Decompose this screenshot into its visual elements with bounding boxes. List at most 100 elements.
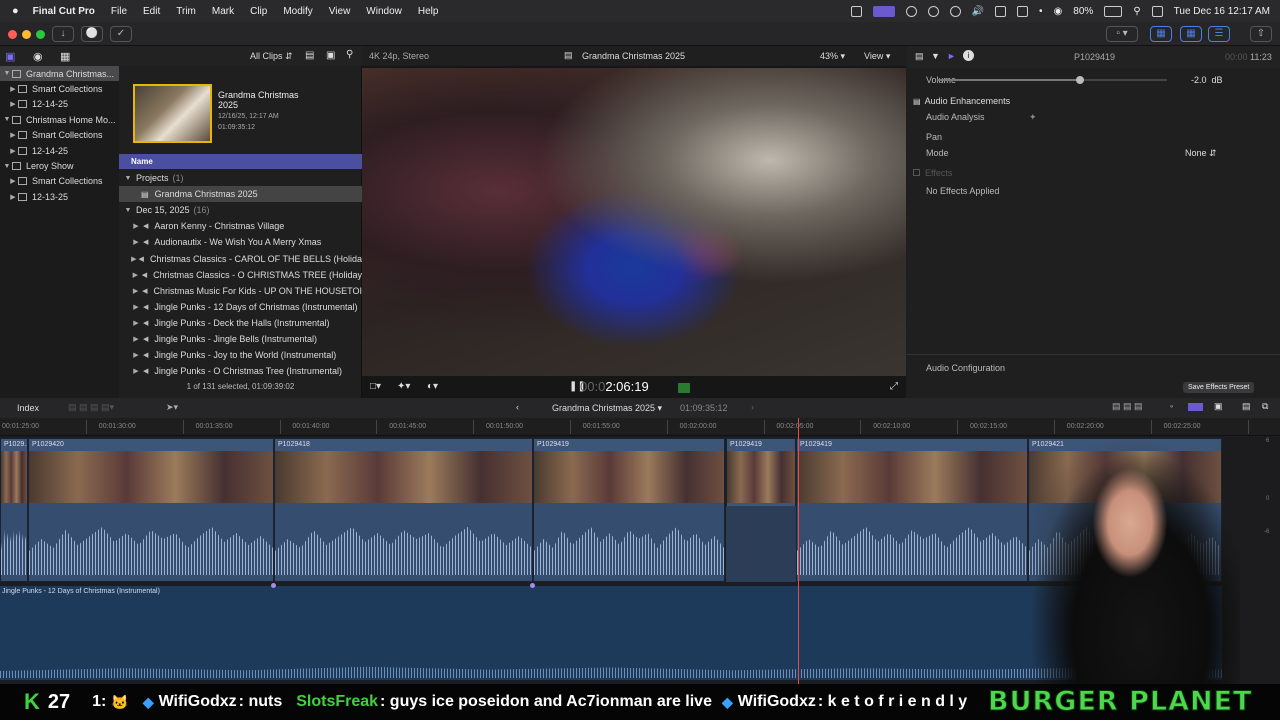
apple-icon[interactable]: ●	[12, 5, 19, 17]
clip-item[interactable]: ▶ ◀ Aaron Kenny - Christmas Village	[119, 218, 362, 234]
disclosure-icon[interactable]: ▶	[131, 287, 140, 295]
menu-edit[interactable]: Edit	[143, 6, 160, 17]
audio-enhancements-header[interactable]: ▤ Audio Enhancements	[913, 96, 1273, 106]
disclosure-icon[interactable]: ▶	[131, 335, 141, 343]
disclosure-icon[interactable]: ▶	[131, 367, 141, 375]
clip-item[interactable]: ▶ ◀ Christmas Classics - O CHRISTMAS TREE …	[119, 267, 362, 283]
clock[interactable]: Tue Dec 16 12:17 AM	[1174, 6, 1270, 17]
library-item[interactable]: ▶ 12-14-25	[0, 143, 119, 158]
color-inspector-icon[interactable]: ▼	[931, 51, 940, 61]
expand-icon[interactable]: ⧉	[1262, 401, 1268, 412]
keyframe-marker[interactable]	[530, 583, 535, 588]
index-button[interactable]: Index	[17, 403, 39, 413]
menu-window[interactable]: Window	[366, 6, 402, 17]
battery-icon[interactable]	[1104, 5, 1123, 17]
play-icon[interactable]	[949, 5, 961, 17]
menu-clip[interactable]: Clip	[250, 6, 267, 17]
disclosure-icon[interactable]: ▶	[8, 147, 18, 155]
projects-group[interactable]: ▼ Projects (1)	[119, 170, 362, 186]
disclosure-icon[interactable]: ▶	[131, 238, 141, 246]
checkbox-icon[interactable]	[913, 169, 920, 176]
timeline-project-popup[interactable]: Grandma Christmas 2025 ▾	[552, 403, 662, 414]
playhead[interactable]	[798, 418, 799, 684]
audio-inspector-icon[interactable]: ►	[947, 51, 956, 61]
select-tool-icon[interactable]: ➤▾	[166, 402, 178, 413]
project-thumbnail[interactable]	[133, 84, 212, 143]
library-item[interactable]: ▼ Leroy Show	[0, 158, 119, 173]
zoom-button[interactable]	[36, 30, 45, 39]
keyword-icon[interactable]: ⚪	[81, 26, 103, 42]
volume-value[interactable]: -2.0 dB	[1191, 75, 1223, 85]
menu-modify[interactable]: Modify	[283, 6, 312, 17]
forward-arrow-icon[interactable]: ›	[751, 402, 754, 412]
timeline-clip[interactable]: P1029420	[28, 438, 274, 582]
clip-item[interactable]: ▶ ◀ Christmas Classics - CAROL OF THE BELL…	[119, 250, 362, 266]
card-icon[interactable]	[995, 5, 1007, 17]
save-effects-preset-button[interactable]: Save Effects Preset	[1183, 382, 1255, 393]
background-tasks-icon[interactable]: ✓	[110, 26, 132, 42]
browser-toggle-icon[interactable]: ▦	[1150, 26, 1172, 42]
disclosure-icon[interactable]: ▼	[2, 70, 12, 77]
clip-item[interactable]: ▶ ◀ Jingle Punks - Jingle Bells (Instrumen…	[119, 331, 362, 347]
video-frame[interactable]	[362, 68, 906, 376]
timeline-clip[interactable]: P1029...	[0, 438, 28, 582]
photos-icon[interactable]: ◉	[33, 50, 43, 63]
transform-icon[interactable]: □▾	[370, 381, 381, 392]
menu-file[interactable]: File	[111, 6, 127, 17]
back-arrow-icon[interactable]: ‹	[516, 402, 519, 412]
date-group[interactable]: ▼ Dec 15, 2025 (16)	[119, 202, 362, 218]
disclosure-icon[interactable]: ▼	[123, 207, 133, 214]
clip-item[interactable]: ▶ ◀ Jingle Punks - Joy to the World (Instr…	[119, 347, 362, 363]
library-item[interactable]: ▼ Christmas Home Mo...	[0, 112, 119, 127]
disclosure-icon[interactable]: ▼	[123, 175, 133, 182]
app-name[interactable]: Final Cut Pro	[33, 6, 95, 17]
project-item[interactable]: ▤ Grandma Christmas 2025	[119, 186, 362, 203]
disclosure-icon[interactable]: ▶	[8, 193, 18, 201]
menu-help[interactable]: Help	[418, 6, 439, 17]
menu-trim[interactable]: Trim	[176, 6, 196, 17]
mode-popup[interactable]: None ⇵	[1185, 148, 1217, 159]
disclosure-icon[interactable]: ▶	[131, 222, 141, 230]
headphones-icon[interactable]: ◦	[1170, 401, 1173, 411]
clip-item[interactable]: ▶ ◀ Jingle Punks - O Christmas Tree (Instr…	[119, 363, 362, 379]
grid-icon[interactable]	[905, 5, 917, 17]
keyframe-marker[interactable]	[271, 583, 276, 588]
clip-item[interactable]: ▶ ◀ Jingle Punks - 12 Days of Christmas (I…	[119, 299, 362, 315]
clip-appearance-icon[interactable]: ▣	[326, 50, 335, 61]
timeline-clip[interactable]: P1029418	[274, 438, 533, 582]
enhance-icon[interactable]: ✦▾	[397, 381, 410, 392]
disclosure-icon[interactable]: ▶	[131, 271, 140, 279]
volume-slider[interactable]	[937, 76, 1167, 84]
timeline-toggle-icon[interactable]: ▦	[1180, 26, 1202, 42]
video-inspector-icon[interactable]: ▤	[915, 51, 924, 62]
skimming-icons[interactable]: ▤ ▤ ▤	[1112, 401, 1143, 412]
disclosure-icon[interactable]: ▶	[131, 303, 141, 311]
zoom-popup[interactable]: 43% ▾	[820, 51, 845, 62]
inspector-toggle-icon[interactable]: ☰	[1208, 26, 1230, 42]
filter-popup[interactable]: All Clips ⇵	[250, 51, 293, 62]
menu-view[interactable]: View	[329, 6, 351, 17]
status-icon[interactable]	[850, 5, 862, 17]
minimize-button[interactable]	[22, 30, 31, 39]
timeline-clip[interactable]: P1029419	[533, 438, 725, 582]
library-item[interactable]: ▶ 12-13-25	[0, 189, 119, 204]
library-item[interactable]: ▶ Smart Collections	[0, 174, 119, 189]
info-inspector-icon[interactable]: i	[963, 50, 974, 61]
name-column-header[interactable]: Name	[119, 154, 362, 169]
import-icon[interactable]: ↓	[52, 26, 74, 42]
clip-item[interactable]: ▶ ◀ Jingle Punks - Deck the Halls (Instrum…	[119, 315, 362, 331]
clip-appearance-icon[interactable]: ▣	[1214, 401, 1223, 412]
clip-item[interactable]: ▶ ◀ Christmas Music For Kids - UP ON THE H…	[119, 283, 362, 299]
disclosure-icon[interactable]: ▶	[131, 255, 137, 263]
timecode-display[interactable]: 00:02:06:19	[580, 379, 649, 394]
magic-wand-icon[interactable]: ✦	[1029, 112, 1037, 123]
library-item[interactable]: ▶ 12-14-25	[0, 97, 119, 112]
volume-icon[interactable]: 🔊	[972, 6, 984, 17]
workspace-icon[interactable]: ▫ ▾	[1106, 26, 1138, 42]
edit-tools-icon[interactable]: ▤ ▤ ▤ ▤▾	[68, 402, 114, 413]
view-popup[interactable]: View ▾	[864, 51, 890, 62]
disclosure-icon[interactable]: ▶	[8, 85, 18, 93]
share-icon[interactable]: ⇧	[1250, 26, 1272, 42]
stream-icon[interactable]	[872, 5, 895, 17]
wifi-icon[interactable]: ◉	[1054, 6, 1063, 17]
